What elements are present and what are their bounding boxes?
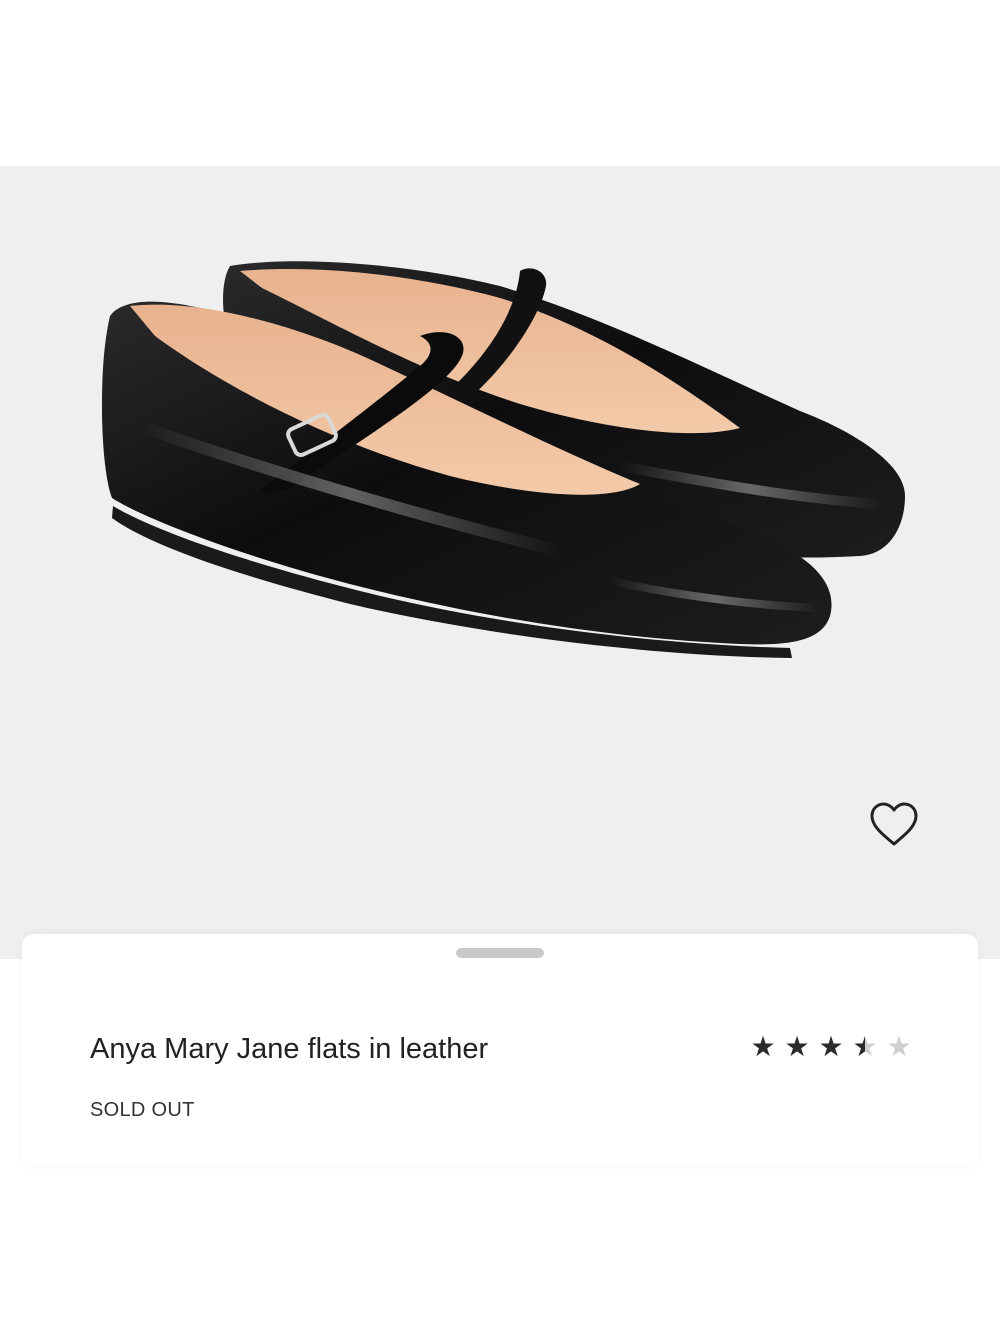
product-screen: Anya Mary Jane flats in leather SOLD OUT… <box>0 0 1000 1333</box>
sheet-grabber[interactable] <box>456 948 544 958</box>
star-filled-icon: ★ <box>750 1030 776 1063</box>
product-image <box>101 261 905 658</box>
heart-outline-icon <box>870 802 918 846</box>
star-filled-icon: ★ <box>784 1030 810 1063</box>
product-info-sheet: Anya Mary Jane flats in leather SOLD OUT… <box>22 934 978 1166</box>
rating-stars[interactable]: ★ ★ ★ ★ ★ <box>748 1032 914 1062</box>
wishlist-button[interactable] <box>866 800 922 850</box>
product-title: Anya Mary Jane flats in leather <box>90 1033 489 1065</box>
star-empty-icon: ★ <box>886 1030 912 1063</box>
star-half-icon: ★ <box>850 1032 880 1062</box>
product-image-area[interactable] <box>0 166 1000 959</box>
stock-status: SOLD OUT <box>90 1099 195 1121</box>
star-filled-icon: ★ <box>818 1030 844 1063</box>
